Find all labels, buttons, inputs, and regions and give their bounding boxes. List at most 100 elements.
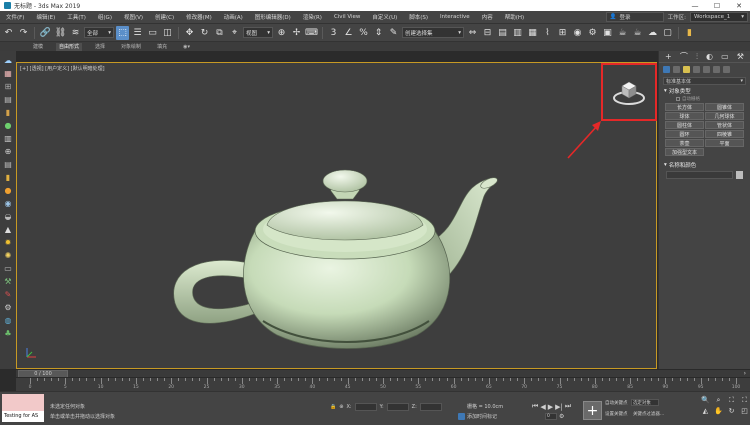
- spacewarp-icon[interactable]: ▤: [3, 159, 14, 169]
- paint-icon[interactable]: ✎: [3, 289, 14, 299]
- previous-frame-icon[interactable]: ◀: [540, 403, 545, 411]
- edit-named-selection-icon[interactable]: ✎: [387, 26, 400, 40]
- light-icon[interactable]: ●: [3, 120, 14, 130]
- utilities-tab-icon[interactable]: ⚒: [737, 52, 744, 61]
- render-production-icon[interactable]: ☕: [616, 26, 629, 40]
- percent-snap-icon[interactable]: %: [357, 26, 370, 40]
- menu-modifiers[interactable]: 修改器(M): [180, 13, 218, 21]
- orbit-icon[interactable]: ↻: [726, 407, 737, 415]
- material-editor-icon[interactable]: ◉: [571, 26, 584, 40]
- render-in-cloud-icon[interactable]: ☁: [646, 26, 659, 40]
- maxscript-output[interactable]: [2, 394, 44, 411]
- ribbon-options-icon[interactable]: ◉▾: [180, 43, 193, 51]
- torus-button[interactable]: 圆环: [665, 130, 704, 138]
- next-frame-icon[interactable]: ▶|: [555, 403, 563, 411]
- track-bar[interactable]: 0 5 10 15 20 25 30 35 40 45 50 55 60 65 70 75 80 85 90 95 10…: [16, 377, 750, 391]
- field-of-view-icon[interactable]: ◭: [700, 407, 711, 415]
- add-time-tag-button[interactable]: 添加时间标记: [458, 413, 497, 420]
- align-icon[interactable]: ⊟: [481, 26, 494, 40]
- pyramid-button[interactable]: 四棱锥: [705, 130, 744, 138]
- sphere-icon[interactable]: ◉: [3, 198, 14, 208]
- systems-category-icon[interactable]: [723, 65, 730, 73]
- go-to-start-icon[interactable]: ⏮: [532, 402, 538, 411]
- move-icon[interactable]: ✥: [183, 26, 196, 40]
- rollout-header[interactable]: ▾ 名称和颜色: [662, 161, 747, 169]
- select-manipulate-icon[interactable]: ✢: [290, 26, 303, 40]
- cameras-category-icon[interactable]: [693, 65, 700, 73]
- menu-tools[interactable]: 工具(T): [61, 13, 92, 21]
- tool-icon[interactable]: ⚒: [3, 276, 14, 286]
- menu-create[interactable]: 创建(C): [149, 13, 180, 21]
- tab-selection[interactable]: 选择: [92, 43, 108, 51]
- teapot-button[interactable]: 茶壶: [665, 139, 704, 147]
- modify-tab-icon[interactable]: ⌒: [680, 51, 688, 62]
- menu-edit[interactable]: 编辑(E): [30, 13, 61, 21]
- layer-icon[interactable]: ▤: [3, 94, 14, 104]
- toggle-scene-explorer-icon[interactable]: ▤: [496, 26, 509, 40]
- autogrid-checkbox[interactable]: 自动栅格: [662, 95, 747, 102]
- zoom-extents-all-icon[interactable]: ⛶: [739, 396, 750, 405]
- zoom-icon[interactable]: 🔍: [700, 396, 711, 405]
- lights-category-icon[interactable]: [683, 65, 690, 73]
- unlink-icon[interactable]: ⛓: [54, 26, 67, 40]
- helpers-category-icon[interactable]: [703, 65, 710, 73]
- sun-icon[interactable]: ✹: [3, 237, 14, 247]
- menu-customize[interactable]: 自定义(U): [366, 13, 403, 21]
- render-setup-icon[interactable]: ⚙: [586, 26, 599, 40]
- curve-editor-icon[interactable]: ⌇: [541, 26, 554, 40]
- grass-icon[interactable]: ♣: [3, 328, 14, 338]
- reference-coordinate-dropdown[interactable]: 视图 ▾: [243, 27, 273, 38]
- geometry-icon[interactable]: ●: [3, 185, 14, 195]
- zoom-extents-icon[interactable]: ⛶: [726, 396, 737, 405]
- workspace-dropdown[interactable]: Workspace_1 ▾: [690, 12, 748, 22]
- primitive-category-dropdown[interactable]: 标准基本体 ▾: [663, 77, 746, 85]
- spinner-snap-icon[interactable]: ⇕: [372, 26, 385, 40]
- lock-icon[interactable]: 🔒: [330, 404, 336, 410]
- angle-snap-icon[interactable]: ∠: [342, 26, 355, 40]
- current-frame-field[interactable]: 0: [545, 413, 557, 420]
- render-icon[interactable]: ▭: [3, 263, 14, 273]
- rollout-header[interactable]: ▾ 对象类型: [662, 87, 747, 95]
- time-slider[interactable]: 0 / 100 ›: [16, 369, 750, 378]
- placement-icon[interactable]: ⌖: [228, 26, 241, 40]
- menu-file[interactable]: 文件(F): [0, 13, 30, 21]
- sign-in-button[interactable]: 👤 登录: [605, 12, 664, 22]
- pan-icon[interactable]: ✋: [713, 407, 724, 415]
- link-icon[interactable]: 🔗: [39, 26, 52, 40]
- select-object-icon[interactable]: ⬚: [116, 25, 129, 40]
- open-a360-icon[interactable]: ▢: [661, 26, 674, 40]
- snaps-toggle-icon[interactable]: 3: [327, 26, 340, 40]
- toggle-ribbon-icon[interactable]: ▦: [526, 26, 539, 40]
- menu-interactive[interactable]: Interactive: [434, 14, 476, 20]
- bind-space-warp-icon[interactable]: ≋: [69, 26, 82, 40]
- shapes-category-icon[interactable]: [673, 65, 680, 73]
- maxscript-input[interactable]: Testing for AS: [2, 411, 44, 422]
- y-coordinate-field[interactable]: [386, 403, 409, 411]
- auto-key-button[interactable]: 自动关键点: [605, 401, 628, 406]
- hierarchy-tab-icon[interactable]: ⫶: [696, 52, 698, 62]
- create-tab-icon[interactable]: +: [665, 52, 672, 61]
- minimize-button[interactable]: —: [684, 0, 706, 11]
- time-slider-next-icon[interactable]: ›: [744, 370, 746, 377]
- plane-button[interactable]: 平面: [705, 139, 744, 147]
- undo-icon[interactable]: ↶: [2, 26, 15, 40]
- set-key-button[interactable]: 设置关键点: [605, 412, 628, 417]
- menu-views[interactable]: 视图(V): [118, 13, 149, 21]
- menu-rendering[interactable]: 渲染(R): [297, 13, 328, 21]
- transform-mode-icon[interactable]: ⊕: [339, 404, 343, 410]
- maximize-button[interactable]: ☐: [706, 0, 728, 11]
- globe-icon[interactable]: ◍: [3, 315, 14, 325]
- helper-icon[interactable]: ⊕: [3, 146, 14, 156]
- tube-button[interactable]: 管状体: [705, 121, 744, 129]
- key-filters-button[interactable]: 关键点过滤器...: [633, 412, 664, 417]
- tab-freeform[interactable]: 自由形式: [56, 42, 83, 51]
- toggle-layer-explorer-icon[interactable]: ▥: [511, 26, 524, 40]
- system-icon[interactable]: ▮: [3, 172, 14, 182]
- object-name-input[interactable]: [666, 171, 733, 179]
- select-by-name-icon[interactable]: ☰: [131, 26, 144, 40]
- pivot-center-icon[interactable]: ⊕: [275, 26, 288, 40]
- rectangular-selection-icon[interactable]: ▭: [146, 26, 159, 40]
- display-tab-icon[interactable]: ▭: [721, 52, 729, 61]
- menu-group[interactable]: 组(G): [92, 13, 118, 21]
- menu-civil-view[interactable]: Civil View: [328, 14, 366, 20]
